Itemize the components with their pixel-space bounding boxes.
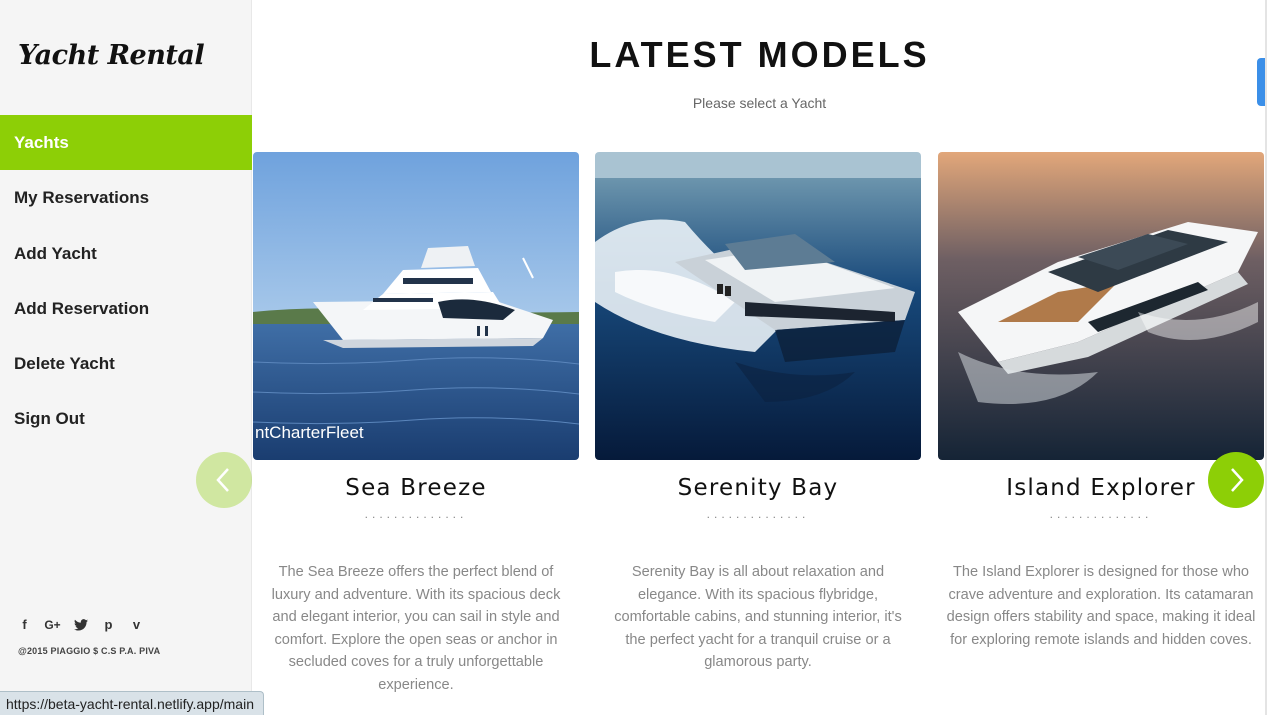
yacht-card-island-explorer[interactable]: Island Explorer .............. The Islan… <box>938 152 1264 651</box>
sidebar: Yacht Rental Yachts My Reservations Add … <box>0 0 252 715</box>
yacht-description: The Sea Breeze offers the perfect blend … <box>271 564 561 693</box>
yacht-description: The Island Explorer is designed for thos… <box>946 564 1256 648</box>
page-title: LATEST MODELS <box>589 34 930 75</box>
yacht-description: Serenity Bay is all about relaxation and… <box>614 564 902 671</box>
nav-item-add-reservation[interactable]: Add Reservation <box>0 281 252 336</box>
yacht-card-serenity-bay[interactable]: Serenity Bay .............. Serenity Bay… <box>595 152 921 674</box>
google-plus-icon[interactable]: G+ <box>44 616 61 633</box>
page-subtitle: Please select a Yacht <box>692 95 827 111</box>
chevron-right-icon <box>1231 468 1244 492</box>
social-links: f G+ p v <box>16 616 145 633</box>
nav-item-sign-out[interactable]: Sign Out <box>0 391 252 446</box>
divider-dots: .............. <box>706 507 810 521</box>
nav-item-my-reservations[interactable]: My Reservations <box>0 170 252 225</box>
carousel-prev-button[interactable] <box>196 452 252 508</box>
chevron-left-icon <box>216 468 229 492</box>
divider-dots: .............. <box>1049 507 1153 521</box>
yacht-photo-serenity-bay[interactable] <box>595 152 921 460</box>
yacht-card-sea-breeze[interactable]: ntCharterFleet Sea Breeze ..............… <box>253 152 579 697</box>
carousel-next-button[interactable] <box>1208 452 1264 508</box>
divider-dots: .............. <box>364 507 468 521</box>
nav-item-yachts[interactable]: Yachts <box>0 115 252 171</box>
nav-item-delete-yacht[interactable]: Delete Yacht <box>0 336 252 391</box>
logo[interactable]: Yacht Rental <box>18 40 205 71</box>
main-content: LATEST MODELS Please select a Yacht ntCh… <box>252 0 1267 715</box>
yacht-photo-sea-breeze[interactable]: ntCharterFleet <box>253 152 579 460</box>
copyright: @2015 PIAGGIO $ C.S P.A. PIVA <box>18 646 161 656</box>
facebook-icon[interactable]: f <box>16 616 33 633</box>
watermark-text: ntCharterFleet <box>255 423 364 442</box>
twitter-icon[interactable] <box>72 616 89 633</box>
scrollbar-thumb[interactable] <box>1257 58 1265 106</box>
vimeo-icon[interactable]: v <box>128 616 145 633</box>
yacht-name: Serenity Bay <box>677 475 839 501</box>
yacht-photo-island-explorer[interactable] <box>938 152 1264 460</box>
nav-item-add-yacht[interactable]: Add Yacht <box>0 226 252 281</box>
sidebar-nav: Yachts My Reservations Add Yacht Add Res… <box>0 115 252 447</box>
pinterest-icon[interactable]: p <box>100 616 117 633</box>
yacht-name: Sea Breeze <box>345 475 487 501</box>
status-bar-url: https://beta-yacht-rental.netlify.app/ma… <box>0 691 264 715</box>
